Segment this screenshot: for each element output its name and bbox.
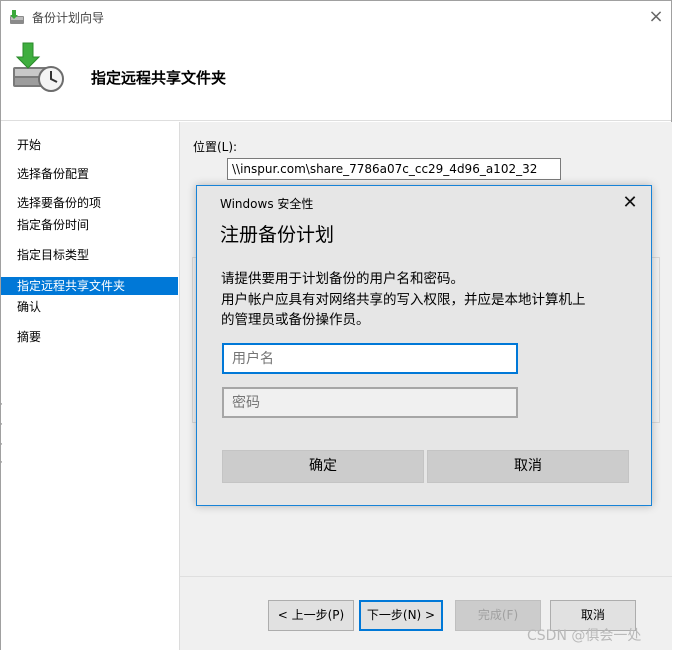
password-input[interactable] — [222, 387, 518, 418]
dialog-cancel-button[interactable]: 取消 — [427, 450, 629, 483]
window-title: 备份计划向导 — [32, 11, 105, 25]
username-input[interactable] — [222, 343, 518, 374]
location-label: 位置(L): — [193, 140, 238, 154]
edge-mark: · — [0, 440, 3, 450]
backup-clock-icon — [13, 42, 64, 92]
dialog-message-line: 的管理员或备份操作员。 — [221, 312, 370, 328]
dialog-message-line: 请提供要用于计划备份的用户名和密码。 — [221, 271, 464, 287]
windows-security-dialog: Windows 安全性 ✕ 注册备份计划 请提供要用于计划备份的用户名和密码。 … — [196, 185, 652, 506]
nav-step-summary[interactable]: 摘要 — [1, 328, 178, 346]
title-bar: 备份计划向导 × — [1, 1, 671, 33]
nav-step-backup-config[interactable]: 选择备份配置 — [1, 165, 178, 183]
edge-mark: · — [0, 400, 3, 410]
nav-step-select-items[interactable]: 选择要备份的项 — [1, 194, 178, 212]
page-title: 指定远程共享文件夹 — [91, 69, 227, 87]
window-close-button[interactable]: × — [641, 3, 671, 31]
edge-mark: · — [0, 458, 3, 468]
dialog-message-line: 用户帐户应具有对网络共享的写入权限，并应是本地计算机上 — [221, 292, 586, 308]
dialog-close-button[interactable]: ✕ — [617, 190, 643, 216]
wizard-step-nav: 开始 选择备份配置 选择要备份的项 指定备份时间 指定目标类型 指定远程共享文件… — [1, 122, 179, 650]
previous-button[interactable]: < 上一步(P) — [268, 600, 354, 631]
nav-step-start[interactable]: 开始 — [1, 136, 178, 154]
nav-step-remote-share[interactable]: 指定远程共享文件夹 — [1, 277, 178, 295]
nav-step-backup-time[interactable]: 指定备份时间 — [1, 216, 178, 234]
next-button[interactable]: 下一步(N) > — [359, 600, 443, 631]
backup-wizard-icon — [10, 10, 24, 24]
ok-button[interactable]: 确定 — [222, 450, 424, 483]
location-input[interactable]: \\inspur.com\share_7786a07c_cc29_4d96_a1… — [227, 158, 561, 180]
edge-mark: · — [0, 420, 3, 430]
nav-step-target-type[interactable]: 指定目标类型 — [1, 246, 178, 264]
background-window-edge: · · · · — [0, 400, 4, 470]
wizard-header: 指定远程共享文件夹 — [1, 33, 671, 121]
dialog-caption: Windows 安全性 — [220, 197, 314, 211]
watermark: CSDN @俱会一处 — [527, 628, 642, 644]
dialog-heading: 注册备份计划 — [220, 224, 335, 246]
nav-step-confirm[interactable]: 确认 — [1, 298, 178, 316]
